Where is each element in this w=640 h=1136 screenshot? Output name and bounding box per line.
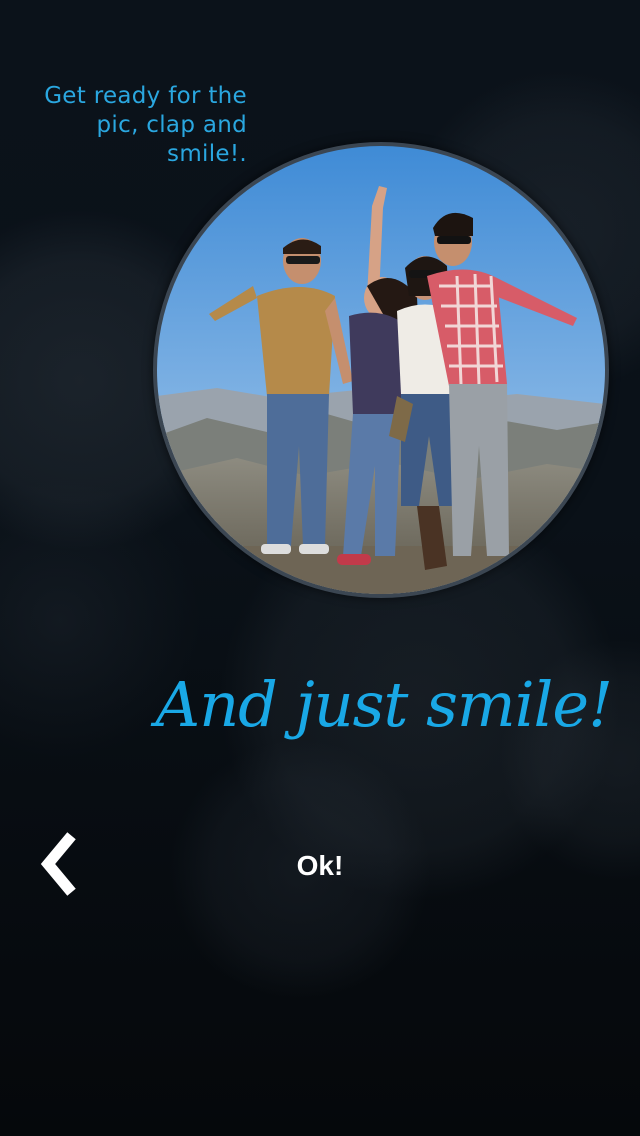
hint-line-3: smile!. <box>167 141 247 167</box>
group-photo <box>157 146 605 594</box>
headline: And just smile! <box>155 668 613 741</box>
chevron-left-icon <box>40 832 76 896</box>
ok-button[interactable]: Ok! <box>250 840 390 892</box>
hint-line-2: pic, clap and <box>96 112 247 138</box>
hint-line-1: Get ready for the <box>44 83 247 109</box>
hint-text: Get ready for the pic, clap and smile!. <box>17 82 247 169</box>
photo-frame <box>153 142 609 598</box>
back-button[interactable] <box>28 832 92 896</box>
group-photo-illustration <box>157 146 605 594</box>
